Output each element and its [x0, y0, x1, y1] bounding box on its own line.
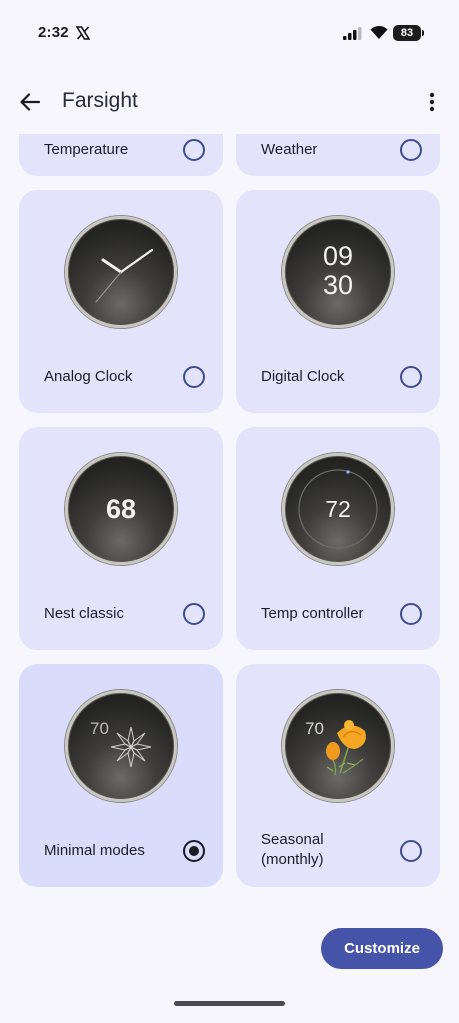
radio-seasonal[interactable] [400, 840, 422, 862]
card-label-line1: Seasonal [261, 831, 324, 848]
customize-button[interactable]: Customize [321, 928, 443, 969]
radio-temperature[interactable] [183, 139, 205, 161]
card-label: Digital Clock [261, 368, 345, 385]
face-grid[interactable]: Temperature Weather Analog Clock 09 30 D… [0, 134, 459, 914]
radio-digital-clock[interactable] [400, 366, 422, 388]
temp-controller-temperature: 72 [325, 496, 351, 522]
card-label: Temp controller [261, 605, 364, 622]
status-bar: 2:32 83 [0, 0, 459, 68]
card-label: Analog Clock [44, 368, 133, 385]
radio-nest-classic[interactable] [183, 603, 205, 625]
card-temperature[interactable]: Temperature [19, 134, 223, 176]
radio-weather[interactable] [400, 139, 422, 161]
card-digital-clock[interactable]: 09 30 Digital Clock [236, 190, 440, 413]
card-temp-controller[interactable]: 72 Temp controller [236, 427, 440, 650]
poppy-flower-icon [326, 720, 366, 776]
app-bar: Farsight [0, 78, 459, 126]
card-label: Weather [261, 141, 318, 158]
more-vert-icon [429, 92, 435, 112]
card-analog-clock[interactable]: Analog Clock [19, 190, 223, 413]
card-minimal-modes[interactable]: 70 Minimal modes [19, 664, 223, 887]
card-label: Nest classic [44, 605, 125, 622]
clock-hands-icon [95, 248, 154, 303]
card-seasonal[interactable]: 70 Seasonal (monthly) [236, 664, 440, 887]
arrow-back-icon [20, 93, 41, 111]
card-nest-classic[interactable]: 68 Nest classic [19, 427, 223, 650]
digital-hour: 09 [322, 241, 354, 271]
radio-analog-clock[interactable] [183, 366, 205, 388]
temp-controller-preview: 72 [282, 453, 394, 565]
snowflake-icon [110, 726, 152, 768]
minimal-modes-preview: 70 [65, 690, 177, 802]
analog-clock-preview [65, 216, 177, 328]
battery-indicator: 83 [393, 25, 424, 41]
card-label: Minimal modes [44, 842, 145, 859]
back-button[interactable] [14, 86, 46, 118]
home-indicator[interactable] [174, 1001, 285, 1006]
digital-clock-preview: 09 30 [282, 216, 394, 328]
nest-classic-preview: 68 [65, 453, 177, 565]
card-weather[interactable]: Weather [236, 134, 440, 176]
card-label-line2: (monthly) [261, 851, 324, 868]
nest-classic-temperature: 68 [105, 494, 137, 524]
radio-minimal-modes[interactable] [183, 840, 205, 862]
card-label: Temperature [44, 141, 129, 158]
seasonal-preview: 70 [282, 690, 394, 802]
radio-temp-controller[interactable] [400, 603, 422, 625]
digital-minute: 30 [322, 270, 354, 300]
wifi-icon [370, 25, 388, 39]
x-logo-icon [76, 26, 90, 40]
more-options-button[interactable] [420, 86, 444, 118]
status-time: 2:32 [38, 24, 69, 41]
cellular-signal-icon [343, 27, 362, 40]
page-title: Farsight [62, 89, 138, 112]
